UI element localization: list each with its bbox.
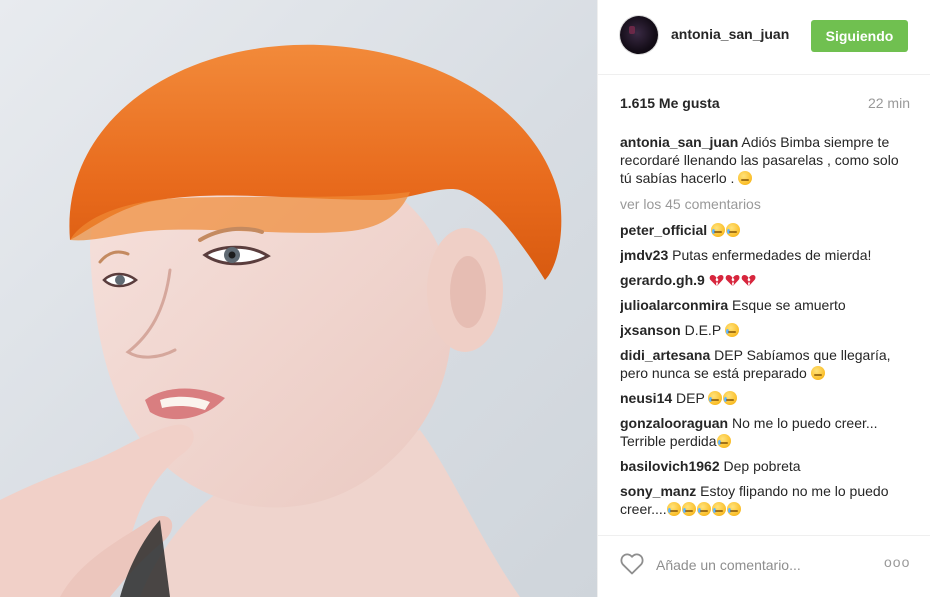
confounded-emoji-icon: [810, 366, 825, 380]
avatar[interactable]: [620, 16, 658, 54]
crying-emoji-icon: [724, 323, 739, 337]
instagram-post-view: antonia_san_juan Siguiendo 1.615 Me gust…: [0, 0, 930, 597]
likes-count[interactable]: 1.615 Me gusta: [620, 95, 720, 111]
comment-item: gonzalooraguan No me lo puedo creer... T…: [620, 414, 910, 450]
comment-text: DEP: [676, 390, 705, 406]
comment-username[interactable]: peter_official: [620, 222, 707, 238]
crying-emoji-icon: [716, 434, 731, 448]
post-stats: 1.615 Me gusta 22 min: [620, 95, 910, 111]
crying-emoji-icon: [723, 391, 738, 405]
comment-username[interactable]: didi_artesana: [620, 347, 710, 363]
post-side-panel: antonia_san_juan Siguiendo 1.615 Me gust…: [597, 0, 930, 597]
comment-item: didi_artesana DEP Sabíamos que llegaría,…: [620, 346, 910, 382]
comment-username[interactable]: sony_manz: [620, 483, 696, 499]
comment-username[interactable]: gerardo.gh.9: [620, 272, 705, 288]
post-author-username[interactable]: antonia_san_juan: [671, 26, 789, 42]
crying-emoji-icon: [711, 223, 726, 237]
broken-heart-icon: [709, 275, 724, 286]
post-header: antonia_san_juan Siguiendo: [598, 0, 930, 75]
crying-emoji-icon: [726, 223, 741, 237]
comment-username[interactable]: julioalarconmira: [620, 297, 728, 313]
heart-outline-icon[interactable]: [620, 553, 644, 575]
comment-text: Putas enfermedades de mierda!: [672, 247, 872, 263]
comment-username[interactable]: basilovich1962: [620, 458, 720, 474]
crying-emoji-icon: [681, 502, 696, 516]
comment-item: peter_official: [620, 221, 910, 239]
portrait-illustration: [0, 44, 562, 597]
pensive-emoji-icon: [738, 171, 753, 185]
more-options-button[interactable]: ooo: [884, 554, 910, 570]
comment-item: basilovich1962 Dep pobreta: [620, 457, 910, 475]
add-comment-input[interactable]: [656, 556, 866, 574]
following-button[interactable]: Siguiendo: [811, 20, 908, 52]
comment-item: jxsanson D.E.P: [620, 321, 910, 339]
comment-text: D.E.P: [684, 322, 721, 338]
comment-username[interactable]: neusi14: [620, 390, 672, 406]
broken-heart-icon: [725, 275, 740, 286]
comments-list[interactable]: antonia_san_juan Adiós Bimba siempre te …: [620, 133, 910, 526]
comment-username[interactable]: gonzalooraguan: [620, 415, 728, 431]
comment-item: julioalarconmira Esque se amuerto: [620, 296, 910, 314]
crying-emoji-icon: [711, 502, 726, 516]
comment-text: Esque se amuerto: [732, 297, 846, 313]
post-time[interactable]: 22 min: [868, 95, 910, 111]
comment-footer: ooo: [598, 535, 930, 597]
crying-emoji-icon: [696, 502, 711, 516]
caption-username[interactable]: antonia_san_juan: [620, 134, 738, 150]
avatar-detail: [629, 26, 635, 34]
broken-heart-icon: [741, 275, 756, 286]
comment-text: Dep pobreta: [723, 458, 801, 474]
comment-username[interactable]: jmdv23: [620, 247, 668, 263]
comment-item: sony_manz Estoy flipando no me lo puedo …: [620, 482, 910, 518]
crying-emoji-icon: [708, 391, 723, 405]
comment-item: jmdv23 Putas enfermedades de mierda!: [620, 246, 910, 264]
crying-emoji-icon: [666, 502, 681, 516]
post-photo: [0, 0, 597, 597]
view-all-comments-link[interactable]: ver los 45 comentarios: [620, 195, 910, 213]
comment-item: toniloko27: [620, 525, 910, 526]
crying-emoji-icon: [726, 502, 741, 516]
comment-item: gerardo.gh.9: [620, 271, 910, 289]
comment-item: neusi14 DEP: [620, 389, 910, 407]
comment-username[interactable]: jxsanson: [620, 322, 681, 338]
post-caption: antonia_san_juan Adiós Bimba siempre te …: [620, 133, 910, 187]
